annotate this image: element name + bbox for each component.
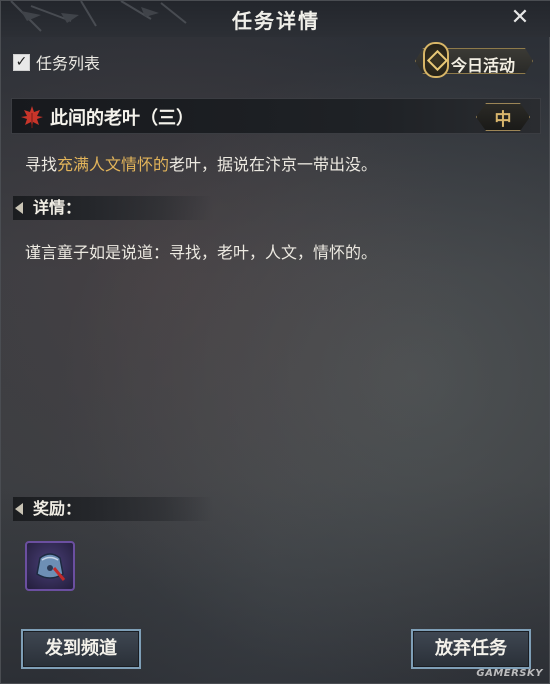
quest-desc-prefix: 寻找 bbox=[25, 155, 58, 174]
difficulty-badge: 中 bbox=[476, 103, 530, 131]
quest-description: 寻找充满人文情怀的老叶，据说在汴京一带出没。 bbox=[25, 151, 377, 175]
details-heading-label: 详情： bbox=[33, 198, 82, 217]
task-list-label: 任务列表 bbox=[36, 54, 101, 73]
close-icon[interactable]: ✕ bbox=[507, 5, 533, 31]
bell-pouch-icon bbox=[36, 553, 66, 581]
lantern-icon bbox=[423, 42, 449, 78]
task-list-toggle[interactable]: ✓ 任务列表 bbox=[13, 51, 100, 73]
watermark: GAMERSKY bbox=[476, 668, 543, 679]
details-arrow-icon bbox=[15, 202, 23, 214]
quest-desc-highlight: 充满人文情怀的 bbox=[57, 155, 170, 174]
share-to-channel-button[interactable]: 发到频道 bbox=[21, 629, 141, 669]
quest-desc-suffix: 老叶，据说在汴京一带出没。 bbox=[169, 155, 378, 174]
details-heading: 详情： bbox=[13, 196, 213, 220]
window-title: 任务详情 bbox=[232, 9, 320, 33]
abandon-quest-button[interactable]: 放弃任务 bbox=[411, 629, 531, 669]
reward-arrow-icon bbox=[15, 503, 23, 515]
reward-heading: 奖励： bbox=[13, 497, 213, 521]
reward-item-slot[interactable] bbox=[25, 541, 75, 591]
maple-leaf-icon bbox=[21, 106, 43, 128]
quest-header: 此间的老叶（三） 中 bbox=[11, 98, 541, 134]
quest-details-panel: 任务详情 ✕ ✓ 任务列表 今日活动 此间的老叶（三） 中 寻找充满人文情怀的老… bbox=[0, 0, 550, 684]
details-text: 谨言童子如是说道：寻找，老叶，人文，情怀的。 bbox=[25, 243, 378, 262]
reward-heading-label: 奖励： bbox=[33, 499, 82, 518]
task-list-checkbox[interactable]: ✓ bbox=[13, 53, 30, 71]
difficulty-label: 中 bbox=[494, 110, 512, 130]
title-bar: 任务详情 ✕ bbox=[1, 1, 550, 37]
quest-title: 此间的老叶（三） bbox=[50, 108, 194, 129]
today-activity-label: 今日活动 bbox=[451, 56, 516, 75]
today-activity-button[interactable]: 今日活动 bbox=[409, 42, 539, 78]
